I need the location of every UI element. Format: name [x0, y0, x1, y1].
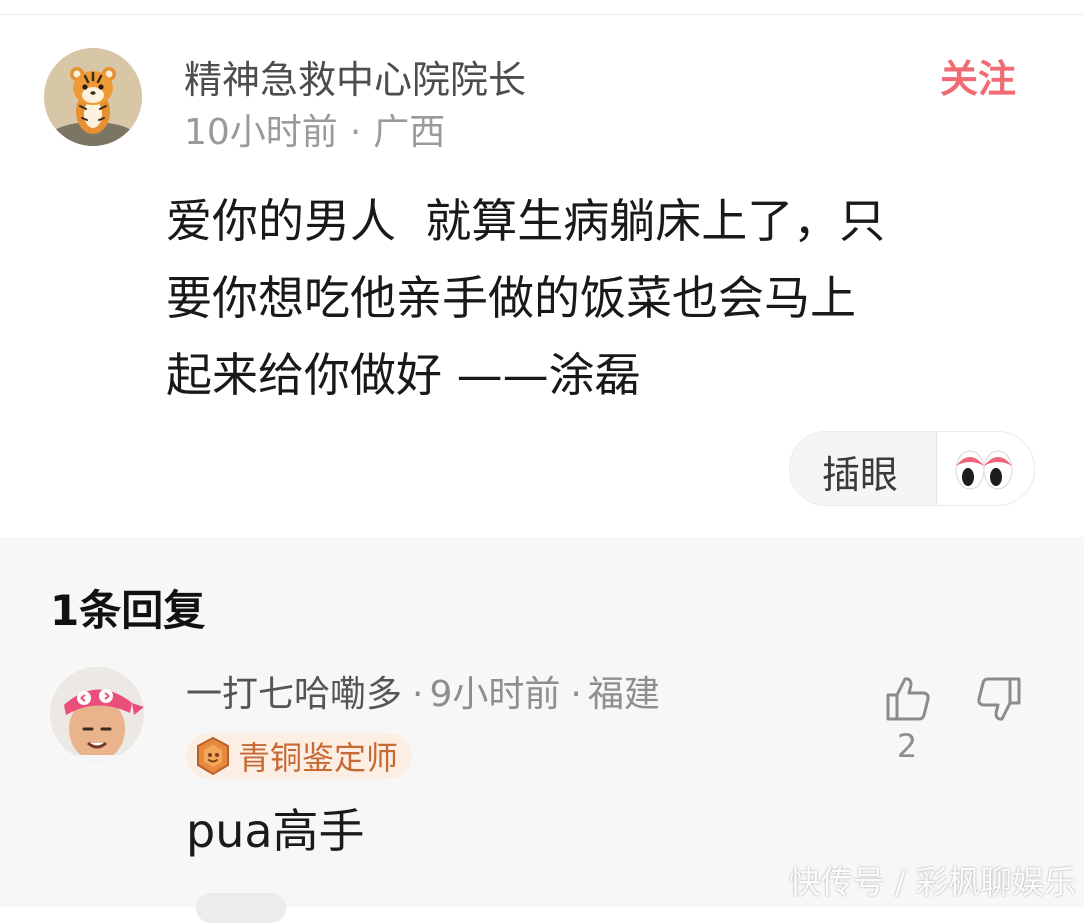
- badge-label: 青铜鉴定师: [238, 739, 399, 777]
- reply-author-avatar[interactable]: [50, 667, 144, 761]
- reaction-label: 插眼: [822, 453, 899, 497]
- meta-separator: ·: [349, 112, 362, 153]
- top-divider: [0, 0, 1084, 15]
- thumbs-down-icon: [977, 677, 1021, 721]
- thumbs-up-icon: [886, 677, 930, 721]
- author-name[interactable]: 精神急救中心院院长: [184, 49, 526, 104]
- post-time: 10小时前: [184, 112, 338, 153]
- replies-section: 1条回复 一打七哈嘞多 · 9小时前 · 福建 青铜鉴定师 pua高手 2: [0, 537, 1084, 923]
- replies-count-title: 1条回复: [50, 586, 206, 635]
- reaction-button[interactable]: 插眼: [789, 431, 1035, 506]
- comment-line: 爱你的男人 就算生病躺床上了，只: [166, 194, 886, 248]
- bandana-face-avatar-icon: [50, 667, 144, 761]
- comment-body: 爱你的男人 就算生病躺床上了，只 要你想吃他亲手做的饭菜也会马上 起来给你做好 …: [166, 183, 1046, 414]
- eyes-emoji-icon: [955, 450, 1013, 490]
- watermark: 快传号 / 彩枫聊娱乐: [788, 863, 1076, 901]
- reply-header: 一打七哈嘞多 · 9小时前 · 福建: [186, 665, 660, 717]
- comment-line: 要你想吃他亲手做的饭菜也会马上: [166, 271, 856, 325]
- reply-author-name[interactable]: 一打七哈嘞多: [186, 674, 402, 715]
- like-button[interactable]: [884, 675, 932, 723]
- reply-location: 福建: [587, 674, 660, 715]
- meta-separator: ·: [570, 674, 582, 715]
- post-meta: 10小时前 · 广西: [184, 103, 445, 155]
- user-rank-badge[interactable]: 青铜鉴定师: [186, 733, 413, 779]
- bronze-badge-icon: [197, 737, 229, 775]
- author-avatar[interactable]: [44, 48, 142, 146]
- comment-line: 起来给你做好 ——涂磊: [166, 348, 641, 402]
- reply-time: 9小时前: [429, 674, 561, 715]
- follow-button[interactable]: 关注: [940, 48, 1016, 103]
- tiger-avatar-icon: [44, 48, 142, 146]
- like-count: 2: [896, 727, 918, 765]
- reply-text: pua高手: [186, 804, 365, 858]
- meta-separator: ·: [412, 674, 424, 715]
- reaction-emoji-area[interactable]: [937, 432, 1034, 505]
- dislike-button[interactable]: [975, 675, 1023, 723]
- main-comment: 精神急救中心院院长 10小时前 · 广西 关注 爱你的男人 就算生病躺床上了，只 要…: [0, 15, 1084, 537]
- post-location: 广西: [373, 112, 446, 153]
- next-item-partial: [196, 893, 286, 923]
